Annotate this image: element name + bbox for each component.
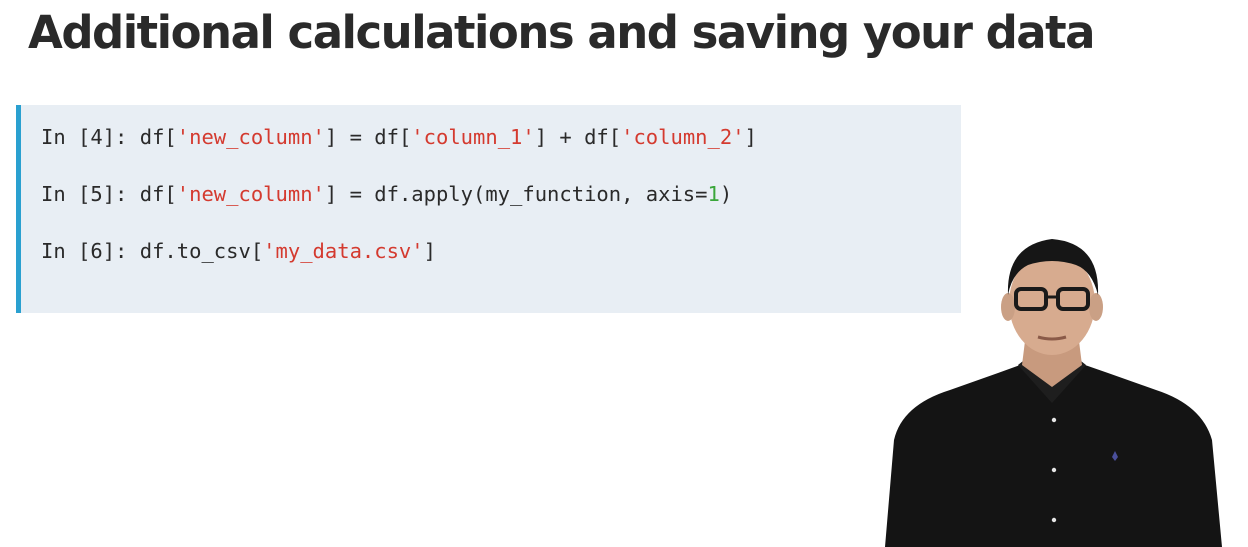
slide-title: Additional calculations and saving your …	[28, 6, 1096, 59]
code-line-6: In [6]: df.to_csv['my_data.csv']	[41, 239, 436, 263]
code-string: 'column_1'	[411, 125, 535, 149]
code-string: 'new_column'	[176, 182, 325, 206]
code-string: 'new_column'	[176, 125, 325, 149]
code-number: 1	[707, 182, 720, 206]
code-prompt: In [5]:	[41, 182, 140, 206]
code-token: ] + df[	[534, 125, 622, 149]
code-token: ]	[423, 239, 436, 263]
code-line-5: In [5]: df['new_column'] = df.apply(my_f…	[41, 182, 732, 206]
code-token: df.to_csv[	[139, 239, 264, 263]
code-prompt: In [6]:	[41, 239, 140, 263]
code-block: In [4]: df['new_column'] = df['column_1'…	[16, 105, 961, 313]
code-token: )	[719, 182, 733, 206]
code-line-4: In [4]: df['new_column'] = df['column_1'…	[41, 125, 757, 149]
code-prompt: In [4]:	[41, 125, 140, 149]
code-token: ] = df.apply(my_function, axis=	[324, 182, 708, 206]
code-token: ]	[744, 125, 757, 149]
presenter-video-figure	[885, 239, 1222, 547]
code-token: ] = df[	[324, 125, 412, 149]
code-string: 'my_data.csv'	[263, 239, 424, 263]
code-string: 'column_2'	[621, 125, 745, 149]
lecture-slide: Additional calculations and saving your …	[0, 0, 1248, 547]
code-token: df[	[139, 125, 177, 149]
code-token: df[	[139, 182, 177, 206]
